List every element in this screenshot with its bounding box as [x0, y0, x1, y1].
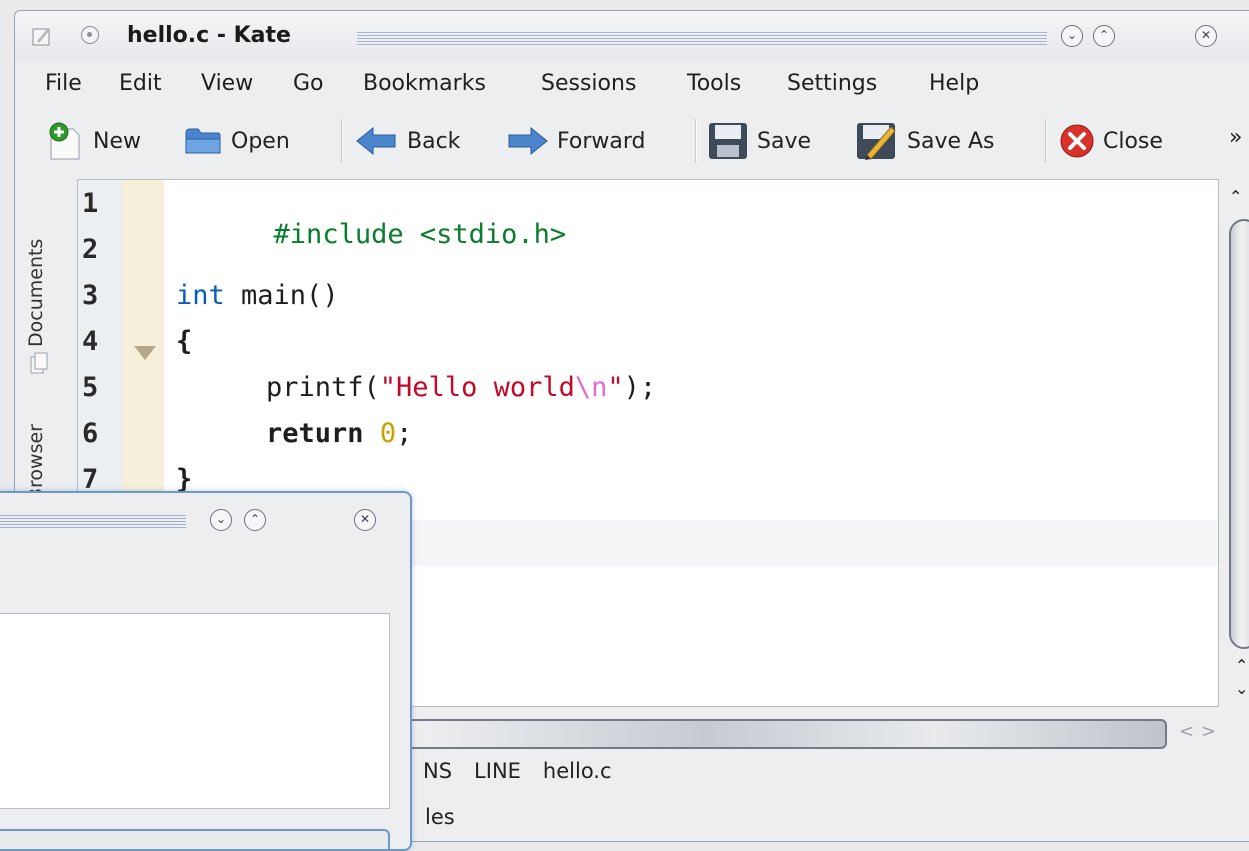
vertical-scrollbar[interactable] [1229, 219, 1249, 649]
menu-sessions[interactable]: Sessions [541, 71, 636, 96]
chevron-down-icon: ⌄ [215, 512, 227, 526]
menu-file[interactable]: File [45, 71, 82, 96]
menu-edit[interactable]: Edit [119, 71, 162, 96]
line-mode-indicator[interactable]: LINE [474, 759, 521, 783]
status-bar-secondary: les [425, 805, 455, 829]
close-icon: ✕ [359, 512, 371, 526]
save-label: Save [757, 128, 812, 154]
tab-filesystem-browser[interactable]: Browser [25, 424, 47, 501]
statement-end: ; [396, 418, 413, 449]
menu-help[interactable]: Help [929, 71, 979, 96]
browser-tab-label: Browser [25, 424, 47, 501]
on-all-desktops-button[interactable] [81, 26, 99, 44]
new-document-icon [49, 122, 80, 160]
close-document-icon [1060, 124, 1094, 158]
new-button[interactable]: New [43, 121, 141, 161]
line-number: 4 [82, 326, 99, 357]
toolbar-separator [695, 119, 696, 163]
line-number: 5 [82, 372, 99, 403]
documents-icon [30, 352, 48, 374]
menu-tools[interactable]: Tools [687, 71, 741, 96]
code-line-3: int main() [176, 280, 339, 311]
line-number: 2 [82, 234, 99, 265]
toolbar-overflow-button[interactable]: » [1229, 125, 1242, 150]
maximize-button[interactable]: ⌃ [244, 509, 266, 531]
title-bar[interactable]: hello.c - Kate ⌄ ⌃ ✕ [15, 11, 1249, 61]
menu-bookmarks[interactable]: Bookmarks [363, 71, 486, 96]
open-label: Open [231, 128, 290, 154]
edit-mode-indicator[interactable]: NS [423, 759, 452, 783]
code-line-5: printf("Hello world\n"); [266, 372, 656, 403]
forward-label: Forward [557, 128, 646, 154]
secondary-window[interactable]: ⌄ ⌃ ✕ [0, 491, 412, 851]
menu-go[interactable]: Go [293, 71, 324, 96]
save-as-icon [857, 123, 896, 160]
chevron-up-icon: ⌃ [1098, 28, 1110, 42]
save-as-button[interactable]: Save As [855, 121, 995, 161]
code-line-6: return 0; [266, 418, 412, 449]
code-line-1: #include <stdio.h> [176, 188, 567, 281]
window-title: hello.c - Kate [127, 23, 291, 48]
return-keyword: return [266, 418, 364, 449]
function-call: printf( [266, 372, 380, 403]
back-arrow-icon [356, 126, 396, 156]
save-as-label: Save As [907, 128, 995, 154]
close-label: Close [1103, 128, 1163, 154]
scroll-right-arrow-icon[interactable]: > [1201, 721, 1216, 742]
open-brace: { [176, 326, 193, 357]
back-button[interactable]: Back [355, 121, 460, 161]
open-folder-icon [185, 128, 221, 154]
close-document-button[interactable]: Close [1059, 121, 1163, 161]
content-panel [0, 613, 390, 809]
toolbar-separator [341, 119, 342, 163]
code-line-4: { [176, 326, 192, 357]
number-literal: 0 [379, 418, 397, 449]
type-keyword: int [176, 280, 225, 311]
main-toolbar: New Open Back Forward Save Save As Close [15, 111, 1249, 171]
preprocessor-directive: #include <stdio.h> [273, 219, 567, 250]
chevron-down-icon: ⌄ [1066, 28, 1078, 42]
menu-bar: File Edit View Go Bookmarks Sessions Too… [15, 65, 1249, 103]
line-number: 6 [82, 418, 99, 449]
status-bar: NS LINE hello.c [423, 759, 634, 783]
side-tab-strip: Documents Browser [15, 179, 65, 501]
line-number: 3 [82, 280, 99, 311]
secondary-window-edge [0, 829, 390, 849]
scroll-down-arrow-icon[interactable]: ⌄ [1235, 679, 1248, 698]
new-label: New [93, 128, 141, 154]
minimize-button[interactable]: ⌄ [210, 509, 232, 531]
horizontal-scrollbar[interactable] [395, 719, 1167, 749]
tab-documents[interactable]: Documents [25, 239, 47, 347]
title-bar-decoration [357, 32, 1047, 46]
statement-end: ); [623, 372, 657, 403]
close-window-button[interactable]: ✕ [1195, 25, 1217, 47]
save-button[interactable]: Save [707, 121, 811, 161]
scroll-up-arrow-icon[interactable]: ⌃ [1235, 656, 1248, 675]
kate-app-icon[interactable] [31, 25, 53, 47]
fold-toggle-icon[interactable] [134, 346, 156, 360]
string-literal: "Hello world [379, 372, 575, 403]
scroll-left-arrow-icon[interactable]: < [1179, 721, 1194, 742]
maximize-button[interactable]: ⌃ [1093, 25, 1115, 47]
escape-sequence: \n [574, 372, 608, 403]
open-button[interactable]: Open [183, 121, 290, 161]
toolbar-separator [1045, 119, 1046, 163]
close-window-button[interactable]: ✕ [354, 509, 376, 531]
title-bar-decoration [0, 515, 186, 529]
menu-view[interactable]: View [201, 71, 253, 96]
chevron-up-icon: ⌃ [249, 512, 261, 526]
save-floppy-icon [709, 123, 747, 159]
forward-button[interactable]: Forward [505, 121, 645, 161]
scroll-up-arrow-icon[interactable]: ⌃ [1229, 187, 1242, 206]
close-icon: ✕ [1200, 28, 1212, 42]
back-label: Back [407, 128, 461, 154]
status-filename: hello.c [542, 759, 612, 783]
menu-settings[interactable]: Settings [787, 71, 877, 96]
minimize-button[interactable]: ⌄ [1061, 25, 1083, 47]
string-literal-end: " [607, 372, 624, 403]
line-number: 1 [82, 188, 99, 219]
function-signature: main() [224, 280, 339, 311]
documents-tab-label: Documents [25, 238, 47, 347]
forward-arrow-icon [508, 126, 548, 156]
